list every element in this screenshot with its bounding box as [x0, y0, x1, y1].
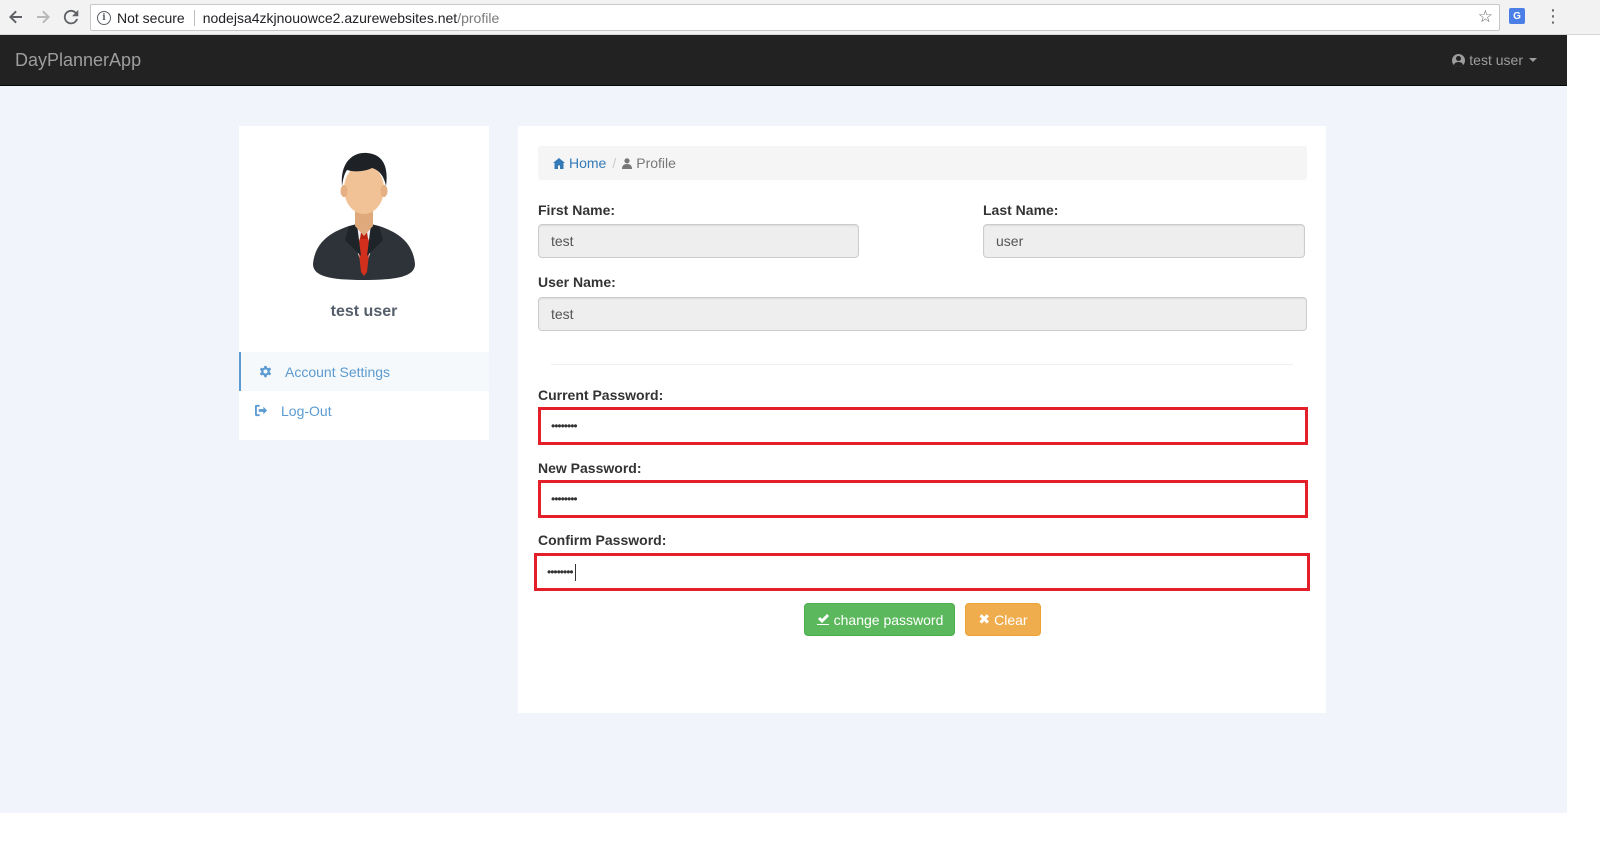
breadcrumb-current-label: Profile [636, 155, 676, 171]
text-cursor [574, 563, 576, 581]
browser-menu-icon[interactable]: ⋮ [1544, 6, 1562, 26]
menu-item-label: Log-Out [281, 402, 332, 419]
bookmark-star-icon[interactable]: ☆ [1478, 7, 1493, 27]
app-brand[interactable]: DayPlannerApp [15, 50, 141, 70]
clear-label: Clear [994, 611, 1028, 628]
first-name-label: First Name: [538, 202, 616, 218]
profile-menu: Account Settings Log-Out [239, 352, 489, 430]
confirm-password-field[interactable]: •••••••• [534, 553, 1310, 591]
confirm-password-value: •••••••• [547, 565, 574, 579]
breadcrumb-separator: / [612, 155, 617, 171]
reload-icon[interactable] [60, 6, 82, 28]
first-name-field[interactable]: test [538, 224, 859, 258]
user-dropdown-label: test user [1469, 52, 1523, 68]
breadcrumb-home[interactable]: Home [553, 155, 606, 171]
home-icon [553, 157, 565, 169]
new-password-value: •••••••• [551, 492, 578, 506]
last-name-field[interactable]: user [983, 224, 1305, 258]
profile-sidebar: test user Account Settings Log-Out [239, 126, 489, 440]
current-password-value: •••••••• [551, 419, 578, 433]
user-dropdown[interactable]: test user [1452, 52, 1537, 68]
address-bar[interactable]: i Not secure nodejsa4zkjnouowce2.azurewe… [90, 4, 1500, 31]
caret-down-icon [1529, 58, 1537, 62]
change-password-button[interactable]: change password [804, 603, 955, 636]
sign-out-icon [253, 403, 269, 419]
breadcrumb-home-label: Home [569, 155, 607, 171]
times-icon: ✖ [978, 611, 991, 627]
url-host: nodejsa4zkjnouowce2.azurewebsites.net [202, 9, 458, 26]
clear-button[interactable]: ✖ Clear [965, 603, 1041, 636]
new-password-label: New Password: [538, 460, 642, 476]
back-arrow-icon[interactable] [5, 6, 27, 28]
user-name-label: User Name: [538, 274, 616, 290]
forward-arrow-icon[interactable] [32, 6, 54, 28]
info-icon[interactable]: i [97, 10, 111, 25]
browser-chrome: i Not secure nodejsa4zkjnouowce2.azurewe… [0, 0, 1600, 35]
menu-item-logout[interactable]: Log-Out [239, 391, 489, 430]
person-icon [622, 157, 633, 169]
app-navbar: DayPlannerApp test user [0, 35, 1567, 86]
user-circle-icon [1452, 53, 1466, 67]
current-password-field[interactable]: •••••••• [538, 407, 1308, 445]
user-name-field[interactable]: test [538, 297, 1307, 331]
gear-icon [257, 364, 273, 380]
profile-name: test user [330, 303, 398, 320]
profile-form-card: Home / Profile First Name: test Last Nam… [518, 126, 1326, 713]
avatar [313, 152, 415, 280]
url-path: /profile [457, 9, 500, 26]
change-password-label: change password [833, 611, 944, 628]
menu-item-account-settings[interactable]: Account Settings [239, 352, 489, 391]
last-name-label: Last Name: [983, 202, 1059, 218]
menu-item-label: Account Settings [285, 363, 391, 380]
security-indicator[interactable]: Not secure [117, 9, 195, 26]
translate-icon[interactable]: G [1509, 8, 1525, 24]
new-password-field[interactable]: •••••••• [538, 480, 1308, 518]
edit-check-icon [816, 612, 830, 628]
form-divider [551, 364, 1293, 365]
breadcrumb-current: Profile [622, 155, 676, 171]
breadcrumb: Home / Profile [538, 146, 1307, 180]
current-password-label: Current Password: [538, 387, 664, 403]
confirm-password-label: Confirm Password: [538, 532, 667, 548]
